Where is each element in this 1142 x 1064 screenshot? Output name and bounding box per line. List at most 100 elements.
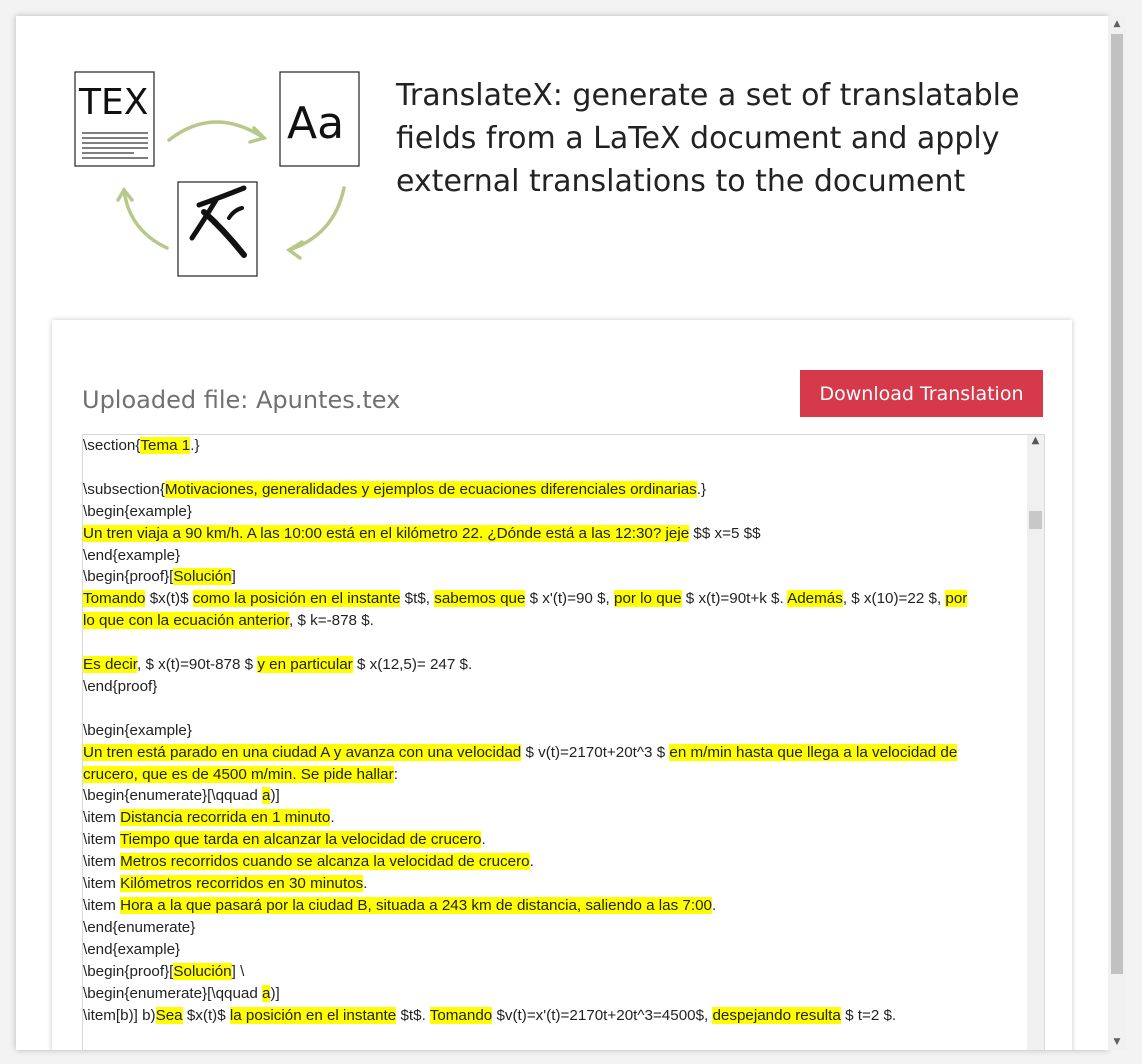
translatable-segment: y en particular: [257, 656, 353, 674]
translatable-segment: Sea: [155, 1006, 183, 1024]
translatable-segment: Solución: [173, 962, 232, 980]
editor-line: Un tren viaja a 90 km/h. A las 10:00 est…: [83, 523, 1023, 545]
translatable-segment: Kilómetros recorridos en 30 minutos: [120, 875, 364, 893]
latex-segment: .: [363, 875, 368, 893]
editor-line: \subsection{Motivaciones, generalidades …: [83, 479, 1023, 501]
latex-segment: \item: [83, 853, 121, 871]
latex-segment: $ x(12,5)= 247 $.: [352, 656, 473, 674]
editor-line: Es decir, $ x(t)=90t-878 $ y en particul…: [83, 654, 1023, 676]
editor-line: \begin{enumerate}[\qquad a)]: [83, 785, 1023, 807]
latex-segment: ]: [231, 568, 236, 586]
translatable-segment: Además: [787, 590, 843, 608]
latex-segment: , $ x(10)=22 $,: [842, 590, 946, 608]
editor-line: \begin{proof}[Solución]: [83, 566, 1023, 588]
latex-segment: $t$.: [396, 1006, 430, 1024]
page-title: TranslateX: generate a set of translatab…: [396, 78, 1020, 199]
latex-segment: $ t=2 $.: [840, 1006, 897, 1024]
svg-text:TEX: TEX: [78, 82, 148, 123]
translatable-segment: Tomando: [429, 1006, 493, 1024]
latex-segment: .: [529, 853, 534, 871]
latex-segment: $ x'(t)=90 $,: [525, 590, 614, 608]
latex-segment: .}: [190, 437, 200, 454]
editor-lines: \section{Tema 1.} \subsection{Motivacione…: [83, 435, 1023, 1026]
translatable-segment: en m/min hasta que llega a la velocidad …: [669, 743, 958, 761]
editor-line: Un tren está parado en una ciudad A y av…: [83, 742, 1023, 764]
editor-line: Tomando $x(t)$ como la posición en el in…: [83, 588, 1023, 610]
editor-line: \end{example}: [83, 545, 1023, 567]
latex-segment: \begin{proof}[: [83, 568, 174, 586]
translatable-segment: por lo que: [614, 590, 682, 608]
editor-line: \end{enumerate}: [83, 917, 1023, 939]
latex-segment: .}: [696, 480, 707, 498]
latex-segment: \begin{enumerate}[\qquad: [83, 984, 263, 1002]
window-scrollbar[interactable]: ▲ ▼: [1108, 16, 1126, 1050]
svg-text:Aa: Aa: [287, 98, 344, 149]
latex-segment: \end{example}: [83, 546, 181, 564]
latex-segment: \item: [83, 875, 121, 893]
latex-segment: $v(t)=x'(t)=2170t+20t^3=4500$,: [492, 1006, 713, 1024]
tex-document-icon: TEX: [74, 71, 155, 167]
editor-line: \begin{enumerate}[\qquad a)]: [83, 983, 1023, 1005]
editor-line: \item Hora a la que pasará por la ciudad…: [83, 895, 1023, 917]
translatable-segment: Tomando: [83, 590, 146, 608]
latex-segment: ] \: [231, 962, 245, 980]
translatable-segment: crucero, que es de 4500 m/min. Se pide h…: [83, 765, 394, 783]
editor-line: \item Distancia recorrida en 1 minuto.: [83, 807, 1023, 829]
latex-segment: .: [481, 831, 486, 849]
latex-segment: :: [393, 765, 398, 783]
latex-segment: , $ k=-878 $.: [289, 612, 374, 630]
scroll-down-arrow-icon[interactable]: ▼: [1108, 1034, 1126, 1050]
aa-document-icon: Aa: [279, 71, 360, 167]
translatable-segment: Tiempo que tarda en alcanzar la velocida…: [119, 831, 482, 849]
editor-line: \begin{example}: [83, 501, 1023, 523]
editor-scroll-thumb[interactable]: [1029, 511, 1042, 529]
translatable-segment: lo que con la ecuación anterior: [83, 612, 290, 630]
latex-segment: $ x(t)=90t+k $.: [681, 590, 788, 608]
latex-editor[interactable]: \section{Tema 1.} \subsection{Motivacione…: [82, 434, 1045, 1050]
latex-segment: \end{proof}: [83, 677, 158, 695]
latex-segment: $x(t)$: [145, 590, 193, 608]
editor-line: \item Metros recorridos cuando se alcanz…: [83, 851, 1023, 873]
editor-line: \item[b)] b)Sea $x(t)$ la posición en el…: [83, 1005, 1023, 1027]
translatable-segment: Es decir: [83, 656, 138, 674]
translation-document-icon: [177, 181, 258, 277]
uploaded-file-label: Uploaded file: Apuntes.tex: [82, 386, 401, 414]
translatable-segment: la posición en el instante: [229, 1006, 397, 1024]
latex-segment: \begin{proof}[: [83, 962, 174, 980]
scroll-up-arrow-icon[interactable]: ▲: [1108, 16, 1126, 32]
latex-segment: \end{enumerate}: [83, 918, 196, 936]
translatable-segment: Motivaciones, generalidades y ejemplos d…: [164, 480, 697, 498]
latex-segment: \item: [83, 831, 120, 849]
window-scroll-thumb[interactable]: [1111, 34, 1123, 974]
latex-segment: \item: [83, 809, 121, 827]
translatable-segment: despejando resulta: [712, 1006, 841, 1024]
translatable-segment: Metros recorridos cuando se alcanza la v…: [120, 853, 530, 871]
latex-segment: \begin{example}: [83, 502, 192, 520]
latex-segment: $$ x=5 $$: [689, 524, 761, 542]
translatable-segment: Hora a la que pasará por la ciudad B, si…: [120, 896, 712, 914]
download-translation-button[interactable]: Download Translation: [800, 370, 1043, 417]
latex-segment: $x(t)$: [182, 1006, 230, 1024]
editor-line: \item Kilómetros recorridos en 30 minuto…: [83, 873, 1023, 895]
latex-segment: .: [330, 809, 335, 827]
editor-line: \item Tiempo que tarda en alcanzar la ve…: [83, 829, 1023, 851]
editor-line: \end{proof}: [83, 676, 1023, 698]
page: TEX Aa TranslateX: generate a set of tra…: [16, 16, 1108, 1050]
editor-line: crucero, que es de 4500 m/min. Se pide h…: [83, 764, 1023, 786]
editor-line: \begin{proof}[Solución] \: [83, 961, 1023, 983]
translatable-segment: Distancia recorrida en 1 minuto: [120, 809, 331, 827]
latex-segment: \begin{example}: [83, 721, 192, 739]
translatable-segment: Tema 1: [140, 437, 191, 454]
latex-segment: $t$,: [400, 590, 435, 608]
latex-segment: \begin{enumerate}[\qquad: [83, 787, 263, 805]
translatable-segment: Un tren viaja a 90 km/h. A las 10:00 est…: [83, 524, 690, 542]
scroll-up-icon[interactable]: ▲: [1027, 435, 1044, 449]
latex-segment: \item[b)] b): [83, 1006, 156, 1024]
editor-scrollbar[interactable]: ▲: [1027, 435, 1044, 1050]
editor-line: lo que con la ecuación anterior, $ k=-87…: [83, 610, 1023, 632]
upload-card: Uploaded file: Apuntes.tex Download Tran…: [52, 320, 1072, 1050]
translatex-logo: TEX Aa: [74, 71, 360, 277]
translatable-segment: sabemos que: [434, 590, 526, 608]
